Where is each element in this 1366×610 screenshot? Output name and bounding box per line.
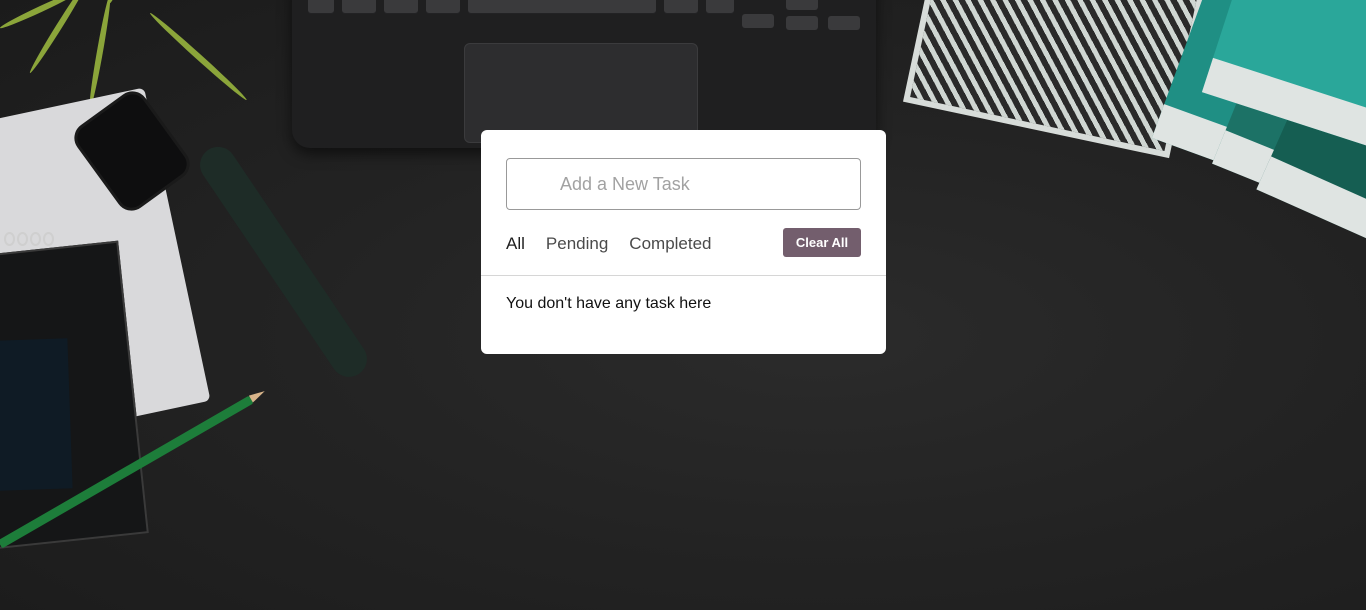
filter-completed[interactable]: Completed	[629, 233, 711, 255]
filter-tabs: All Pending Completed	[506, 233, 733, 255]
empty-task-message: You don't have any task here	[506, 295, 712, 312]
watch-band-image	[193, 139, 374, 384]
spiral-rings-image	[4, 232, 54, 246]
new-task-input[interactable]	[506, 158, 861, 210]
divider	[481, 275, 886, 276]
todo-card: All Pending Completed Clear All You don'…	[481, 130, 886, 354]
keyboard-image	[292, 0, 876, 148]
filter-pending[interactable]: Pending	[546, 233, 608, 255]
blue-notebook-image	[0, 338, 73, 492]
filter-all[interactable]: All	[506, 233, 525, 255]
clear-all-button[interactable]: Clear All	[783, 228, 861, 257]
